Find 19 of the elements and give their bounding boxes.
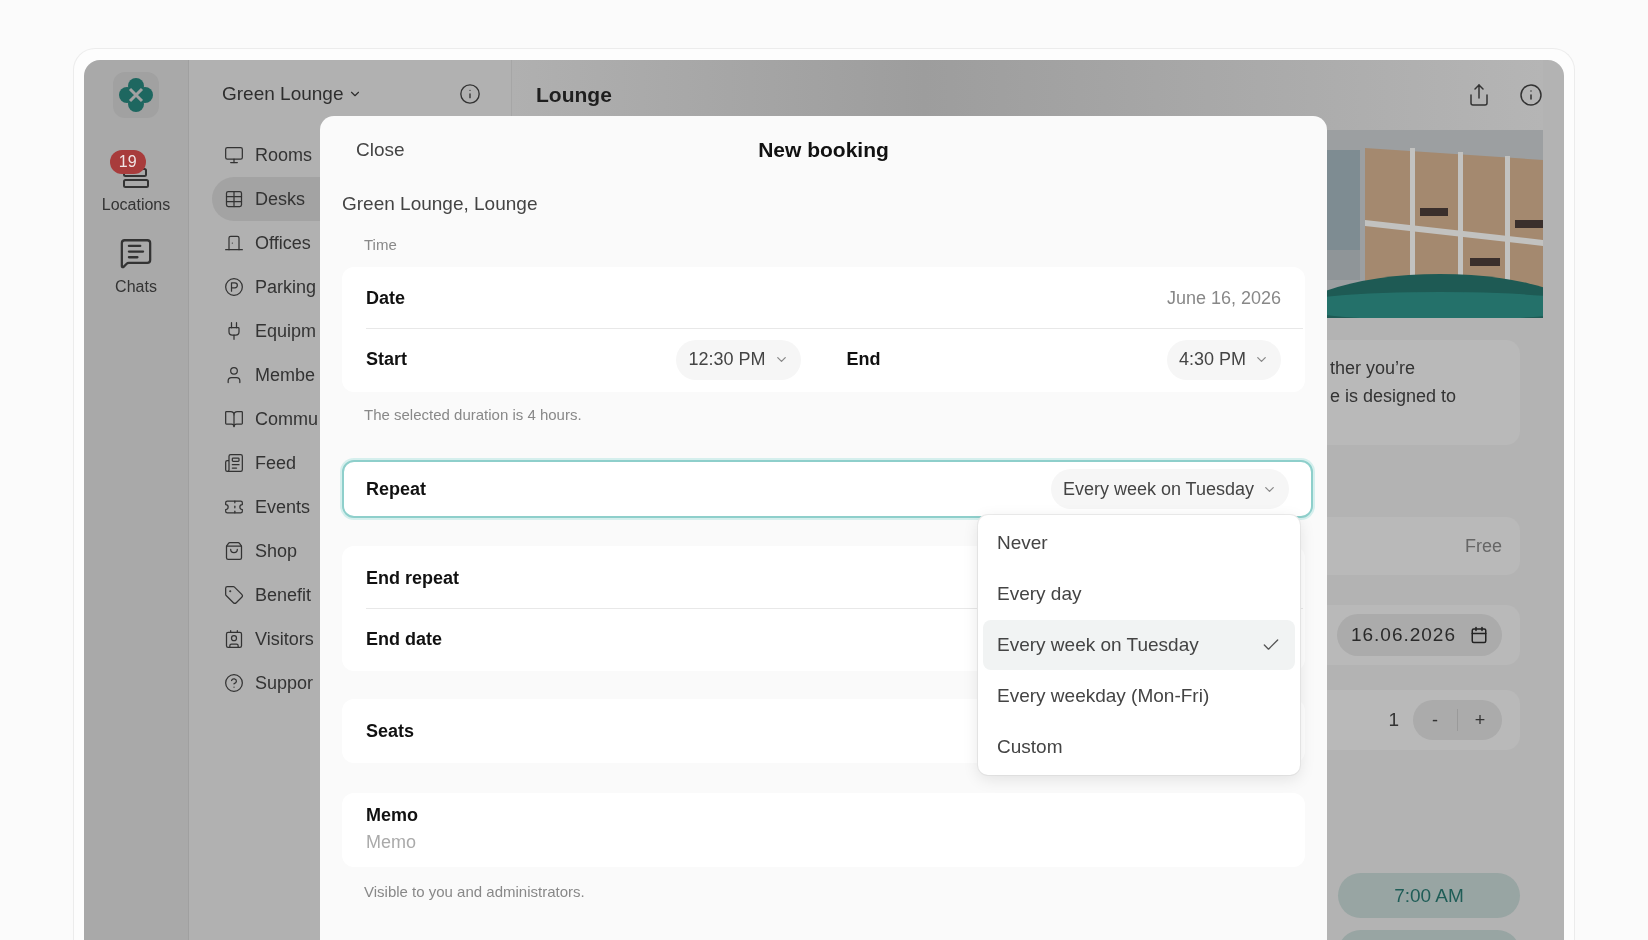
field-label: End [846,349,881,370]
price-text: Free [1465,535,1502,557]
description-text: e is designed to [1330,385,1457,408]
page-title: Lounge [536,83,612,107]
section-label: Time [364,236,398,253]
field-label: End repeat [366,567,460,589]
notification-badge: 19 [109,150,146,174]
memo-note: Visible to you and administrators. [364,883,586,900]
seat-count: 1 [1388,709,1399,731]
field-label: Start [366,349,407,370]
duration-note: The selected duration is 4 hours. [364,406,583,423]
field-label: Memo [366,805,419,826]
field-label: Seats [366,720,415,742]
field-label: Repeat [366,478,427,500]
dialog-title: New booking [758,138,889,162]
field-label: End date [366,628,442,650]
location-text: Green Lounge, Lounge [342,192,539,216]
description-text: ther you’re [1330,357,1416,380]
field-label: Date [366,288,405,309]
